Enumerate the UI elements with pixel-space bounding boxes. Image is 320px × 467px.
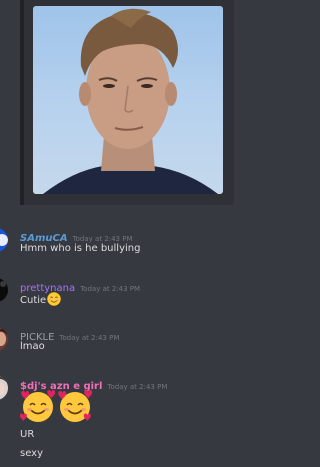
message-text: lmao <box>20 341 45 352</box>
message-text-line: Cutie <box>20 292 62 306</box>
avatar-icon <box>0 228 8 252</box>
message-text: UR <box>20 429 35 440</box>
smiling-face-with-hearts-icon <box>20 390 56 422</box>
avatar[interactable] <box>0 228 8 252</box>
timestamp: Today at 2:43 PM <box>80 285 141 293</box>
timestamp: Today at 2:43 PM <box>59 334 120 342</box>
avatar[interactable] <box>0 327 8 351</box>
timestamp: Today at 2:43 PM <box>107 383 168 391</box>
avatar-icon <box>0 278 8 302</box>
smiling-face-with-hearts-icon <box>58 390 93 422</box>
message-text: sexy <box>20 448 44 459</box>
avatar-icon <box>0 327 8 351</box>
timestamp: Today at 2:43 PM <box>72 235 133 243</box>
message-text: Cutie <box>20 295 47 306</box>
avatar[interactable] <box>0 278 8 302</box>
message-text: Hmm who is he bullying <box>20 243 141 254</box>
blush-emoji-icon <box>47 292 62 306</box>
embed-photo[interactable] <box>33 6 223 194</box>
selfie-photo-illustration <box>43 8 218 194</box>
avatar[interactable] <box>0 376 8 400</box>
avatar-icon <box>0 376 8 400</box>
